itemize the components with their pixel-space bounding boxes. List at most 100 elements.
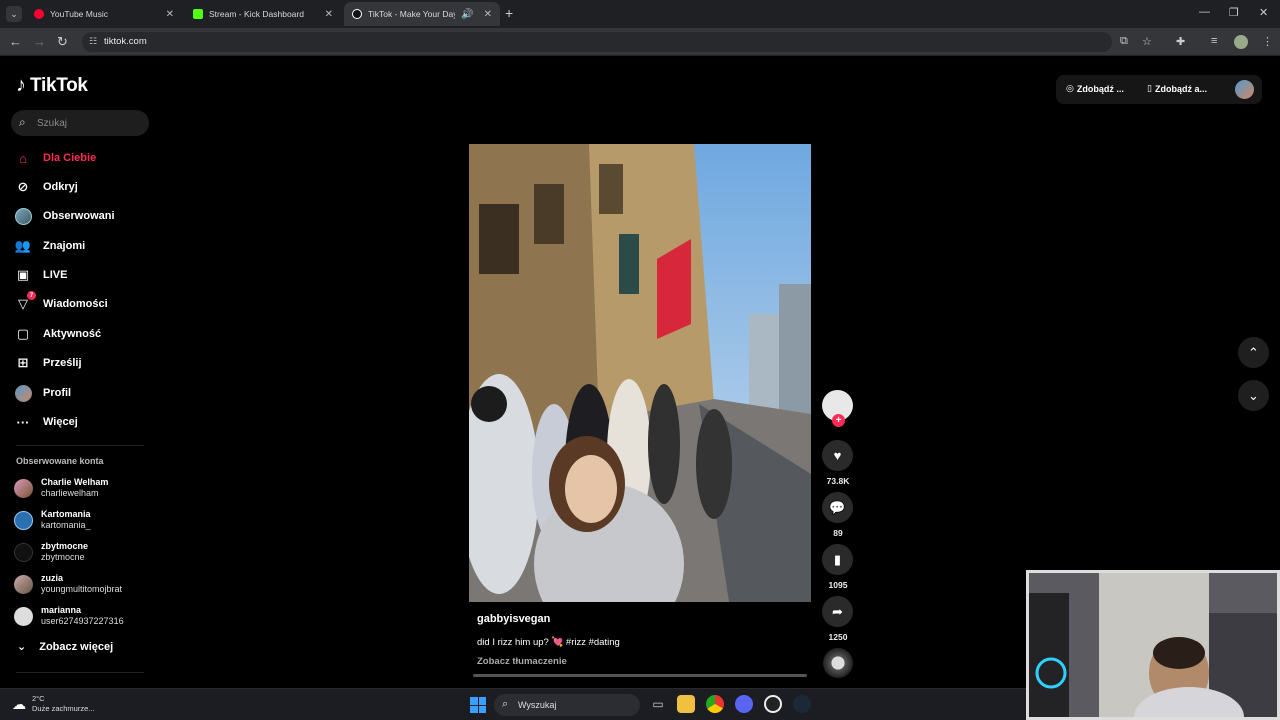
avatar: [14, 606, 33, 626]
reload-button[interactable]: ↻: [57, 34, 68, 50]
tab-tiktok[interactable]: TikTok - Make Your Day 🔊 ✕: [344, 2, 500, 26]
url-text: tiktok.com: [104, 36, 147, 47]
tab-title: TikTok - Make Your Day: [368, 9, 456, 19]
nav-messages[interactable]: ▽ 7 Wiadomości: [14, 291, 108, 316]
steam-icon[interactable]: [793, 695, 811, 713]
webcam-image: [1029, 573, 1277, 717]
nav-live[interactable]: ▣ LIVE: [14, 263, 68, 287]
followed-account[interactable]: zbytmocne zbytmocne: [14, 541, 88, 563]
avatar: [14, 542, 33, 562]
avatar: [14, 574, 33, 594]
share-arrow-icon: ➦: [832, 603, 843, 619]
windows-taskbar: ☁ 2°C Duże zachmurze... ⌕ Wyszukaj ▭: [0, 688, 1026, 720]
friends-icon: 👥: [14, 238, 32, 253]
like-button[interactable]: ♥: [822, 440, 853, 471]
follow-plus-icon[interactable]: +: [832, 414, 845, 427]
see-more-button[interactable]: ⌄ Zobacz więcej: [17, 640, 114, 654]
account-name: zbytmocne: [41, 541, 89, 551]
search-box[interactable]: ⌕: [11, 110, 149, 136]
nav-label: LIVE: [43, 269, 68, 281]
chrome-icon[interactable]: [706, 695, 724, 713]
account-handle: kartomania_: [41, 520, 91, 530]
account-handle: charliewelham: [41, 488, 99, 498]
temperature: 2°C: [32, 694, 45, 703]
share-button[interactable]: ➦: [822, 596, 853, 627]
nav-upload[interactable]: ⊞ Prześlij: [14, 351, 82, 375]
cloud-icon: ☁: [12, 695, 26, 712]
get-app-button[interactable]: ▯ Zdobądź a...: [1147, 83, 1207, 94]
see-more-label: Zobacz więcej: [39, 640, 114, 653]
file-explorer-icon[interactable]: [677, 695, 695, 713]
nav-profile[interactable]: Profil: [14, 381, 71, 405]
previous-video-button[interactable]: ⌃: [1238, 337, 1269, 368]
profile-icon: [14, 384, 32, 402]
nav-activity[interactable]: ▢ Aktywność: [14, 322, 101, 346]
tab-search-button[interactable]: ⌄: [6, 6, 22, 22]
weather-desc: Duże zachmurze...: [32, 704, 95, 713]
close-tab-icon[interactable]: ✕: [166, 9, 174, 20]
bookmark-icon: ▮: [833, 551, 842, 567]
obs-icon[interactable]: [764, 695, 782, 713]
video-author-username[interactable]: gabbyisvegan: [477, 613, 550, 625]
nav-explore[interactable]: ⊘ Odkryj: [14, 175, 78, 199]
search-input[interactable]: [37, 114, 137, 132]
home-icon: ⌂: [19, 150, 27, 166]
followed-account[interactable]: zuzia youngmultitomojbrat: [14, 573, 122, 595]
taskbar-search[interactable]: ⌕ Wyszukaj: [494, 694, 640, 716]
extensions-icon[interactable]: ✚: [1176, 35, 1185, 48]
install-app-icon[interactable]: ⧉: [1120, 35, 1128, 48]
save-count: 1095: [828, 580, 848, 590]
comment-count: 89: [833, 528, 843, 538]
user-avatar[interactable]: [1235, 80, 1254, 99]
music-disc-icon[interactable]: [823, 648, 853, 678]
account-handle: youngmultitomojbrat: [41, 584, 123, 594]
followed-account[interactable]: Charlie Welham charliewelham: [14, 477, 108, 499]
save-button[interactable]: ▮: [822, 544, 853, 575]
see-translation-link[interactable]: Zobacz tłumaczenie: [477, 656, 567, 667]
minimize-button[interactable]: —: [1199, 6, 1210, 18]
phone-icon: ▯: [1147, 83, 1152, 93]
forward-button[interactable]: →: [33, 34, 46, 49]
video-progress-bar[interactable]: [473, 674, 807, 677]
comment-icon: 💬: [829, 499, 846, 515]
messages-badge: 7: [27, 291, 36, 300]
video-player[interactable]: [469, 144, 811, 602]
discord-icon[interactable]: [735, 695, 753, 713]
next-video-button[interactable]: ⌄: [1238, 380, 1269, 411]
back-button[interactable]: ←: [9, 34, 22, 49]
get-coins-button[interactable]: ◎ Zdobądź ...: [1066, 83, 1124, 94]
windows-start-icon[interactable]: [470, 697, 486, 713]
webcam-overlay: [1026, 570, 1280, 720]
share-count: 1250: [828, 632, 848, 642]
tiktok-logo[interactable]: ♪ TikTok: [16, 74, 88, 97]
close-window-button[interactable]: ✕: [1259, 6, 1268, 19]
tab-youtube-music[interactable]: YouTube Music ✕: [26, 2, 182, 26]
address-bar[interactable]: ☷ tiktok.com: [82, 32, 1112, 52]
profile-avatar[interactable]: [1234, 35, 1248, 49]
weather-widget[interactable]: ☁ 2°C Duże zachmurze...: [12, 694, 95, 714]
bookmark-star-icon[interactable]: ☆: [1142, 35, 1152, 48]
site-info-icon[interactable]: ☷: [89, 36, 97, 47]
followed-account[interactable]: marianna user6274937227316: [14, 605, 124, 627]
nav-label: Więcej: [43, 416, 78, 428]
account-handle: zbytmocne: [41, 552, 85, 562]
followed-accounts-title: Obserwowane konta: [16, 456, 104, 466]
nav-for-you[interactable]: ⌂ Dla Ciebie: [14, 146, 96, 170]
comment-button[interactable]: 💬: [822, 492, 853, 523]
get-app-label: Zdobądź a...: [1154, 83, 1207, 94]
speaker-icon[interactable]: 🔊: [461, 9, 473, 20]
menu-kebab-icon[interactable]: ⋮: [1262, 35, 1273, 48]
media-control-icon[interactable]: ≡: [1211, 35, 1217, 47]
nav-friends[interactable]: 👥 Znajomi: [14, 234, 85, 258]
like-count: 73.8K: [826, 476, 850, 486]
tab-kick-dashboard[interactable]: Stream - Kick Dashboard ✕: [185, 2, 341, 26]
restore-button[interactable]: ❐: [1229, 6, 1239, 19]
taskbar-search-label: Wyszukaj: [518, 700, 557, 710]
task-view-icon[interactable]: ▭: [649, 695, 667, 713]
close-tab-icon[interactable]: ✕: [484, 9, 492, 20]
nav-more[interactable]: ··· Więcej: [14, 410, 78, 434]
followed-account[interactable]: Kartomania kartomania_: [14, 509, 91, 531]
nav-following[interactable]: Obserwowani: [14, 204, 115, 228]
new-tab-button[interactable]: +: [505, 5, 513, 21]
close-tab-icon[interactable]: ✕: [325, 9, 333, 20]
